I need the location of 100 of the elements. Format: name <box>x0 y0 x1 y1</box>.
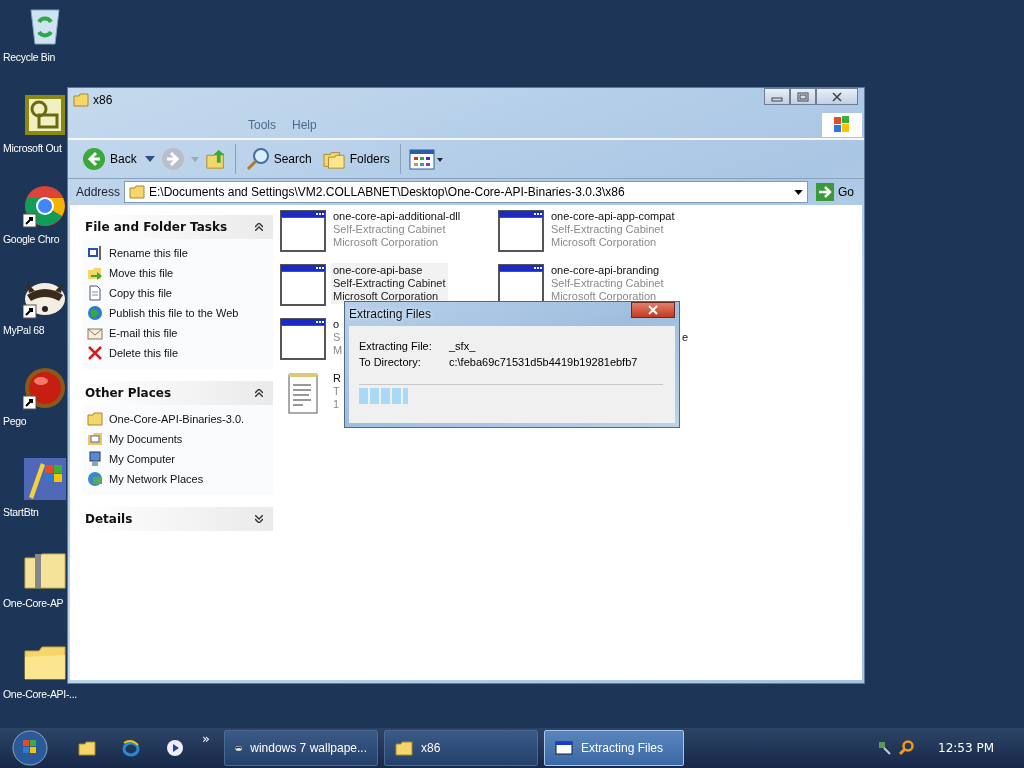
window-icon[interactable] <box>497 209 545 253</box>
window-icon[interactable] <box>279 317 327 361</box>
task-link[interactable]: Move this file <box>109 267 174 279</box>
file-details[interactable]: o S M <box>331 317 345 358</box>
start-button[interactable] <box>12 730 48 766</box>
collapse-icon[interactable] <box>255 223 263 231</box>
menu-item[interactable]: Help <box>292 118 317 132</box>
close-button[interactable] <box>816 88 858 105</box>
file-details[interactable]: one-core-api-app-compat Self-Extracting Cabinet Microsoft Corporation <box>549 209 677 250</box>
file-name: one-core-api-app-compat <box>551 210 675 223</box>
task-link[interactable]: One-Core-API-Binaries-3.0. <box>109 413 245 425</box>
orb-icon[interactable] <box>23 366 67 410</box>
clock: 12:53 PM <box>938 741 994 755</box>
task-link[interactable]: E-mail this file <box>109 327 178 339</box>
web-icon[interactable] <box>87 305 103 321</box>
desktop-icon-label: One-Core-AP <box>2 597 64 609</box>
field-value: c:\feba69c71531d5b4419b19281ebfb7 <box>449 356 638 368</box>
network-icon[interactable] <box>87 471 103 487</box>
file-company: Microsoft Corporation <box>551 290 658 303</box>
task-link[interactable]: My Computer <box>109 453 176 465</box>
network-icon[interactable] <box>876 740 892 756</box>
file-name: o <box>333 318 341 331</box>
search-icon <box>245 147 270 171</box>
file-company: 1 <box>333 398 341 411</box>
desktop-icon-label: StartBtn <box>2 506 39 518</box>
maximize-icon <box>797 91 809 102</box>
documents-icon[interactable] <box>87 431 103 447</box>
task-link[interactable]: My Documents <box>109 433 183 445</box>
window-icon[interactable] <box>279 209 327 253</box>
file-type: Self-Extracting Cabinet <box>551 223 665 236</box>
task-link[interactable]: Rename this file <box>109 247 188 259</box>
file-type: T <box>333 385 341 398</box>
desktop-icon-label: Microsoft Out <box>2 142 62 154</box>
file-type: S <box>333 331 342 344</box>
file-details[interactable]: one-core-api-base Self-Extracting Cabinet Microsoft Corporation <box>331 263 448 304</box>
maximize-button[interactable] <box>790 88 816 105</box>
search-button[interactable]: Search <box>243 147 314 171</box>
task-link[interactable]: My Network Places <box>109 473 204 485</box>
window-title: x86 <box>93 93 113 107</box>
expand-icon[interactable] <box>255 515 263 523</box>
pane-header[interactable]: File and Folder Tasks <box>83 215 273 239</box>
taskbar-button[interactable]: x86 <box>384 730 538 766</box>
task-link[interactable]: Delete this file <box>109 347 179 359</box>
file-type: Self-Extracting Cabinet <box>551 277 664 290</box>
dialog-title: Extracting Files <box>349 307 432 321</box>
file-name: one-core-api-base <box>333 264 424 277</box>
folder-icon <box>73 93 89 107</box>
copy-icon[interactable] <box>87 285 103 301</box>
desktop-icon-label: Pego <box>2 415 27 427</box>
field-value: _sfx_ <box>449 340 476 352</box>
back-button[interactable]: Back <box>80 147 139 171</box>
chrome-icon[interactable] <box>23 184 67 228</box>
ie-icon[interactable] <box>122 739 140 757</box>
media-icon[interactable] <box>166 739 184 757</box>
file-details[interactable]: one-core-api-additional-dll Self-Extracting Cabinet Microsoft Corporation <box>331 209 463 250</box>
task-link[interactable]: Copy this file <box>109 287 172 299</box>
go-arrow-icon <box>816 183 834 201</box>
caret-icon[interactable] <box>144 156 155 162</box>
more-button[interactable]: » <box>202 731 210 746</box>
address-field[interactable]: E:\Documents and Settings\VM2.COLLABNET\Desktop\One-Core-API-Binaries-3.0.3\x86 <box>124 181 808 203</box>
field-label: To Directory: <box>359 356 422 368</box>
taskbar-button[interactable]: Extracting Files <box>544 730 684 766</box>
taskbar-button[interactable]: windows 7 wallpape... <box>224 730 378 766</box>
pane-header[interactable]: Other Places <box>83 381 273 405</box>
file-company: Microsoft Corporation <box>333 236 440 249</box>
desktop-icon-label: Google Chro <box>2 233 60 245</box>
file-details[interactable]: R T 1 <box>331 371 343 412</box>
go-button[interactable]: Go <box>812 183 858 201</box>
pane-header[interactable]: Details <box>83 507 273 531</box>
folders-button[interactable]: Folders <box>319 148 392 170</box>
delete-icon[interactable] <box>87 345 103 361</box>
task-link[interactable]: Publish this file to the Web <box>109 307 239 319</box>
computer-icon[interactable] <box>87 451 103 467</box>
folder-icon <box>129 185 146 199</box>
file-details[interactable]: one-core-api-branding Self-Extracting Cabinet Microsoft Corporation <box>549 263 666 304</box>
folder-icon[interactable] <box>78 739 96 757</box>
address-label: Address <box>76 185 121 199</box>
folder-icon <box>395 740 413 756</box>
field-label: Extracting File: <box>359 340 433 352</box>
file-name: R <box>333 372 341 385</box>
file-company: M <box>333 344 343 357</box>
window-icon[interactable] <box>279 263 327 307</box>
file-company: Microsoft Corporation <box>551 236 658 249</box>
outlook-icon[interactable] <box>23 93 67 137</box>
desktop-icon-label: MyPal 68 <box>2 324 45 336</box>
close-button[interactable] <box>631 302 675 318</box>
mail-icon[interactable] <box>87 325 103 341</box>
rename-icon[interactable] <box>87 245 103 261</box>
file-name[interactable]: e <box>681 331 688 343</box>
desktop-icon-label: One-Core-API-... <box>2 688 77 700</box>
dropdown-caret-icon[interactable] <box>794 189 803 195</box>
views-icon[interactable] <box>408 148 443 170</box>
close-icon <box>647 305 659 315</box>
window-icon <box>555 740 573 756</box>
search-icon[interactable] <box>898 740 914 756</box>
menu-item[interactable]: Tools <box>248 118 276 132</box>
collapse-icon[interactable] <box>255 389 263 397</box>
desktop-icon-label: Recycle Bin <box>2 51 56 63</box>
minimize-button[interactable] <box>764 88 790 105</box>
startbtn-icon[interactable] <box>23 457 67 501</box>
